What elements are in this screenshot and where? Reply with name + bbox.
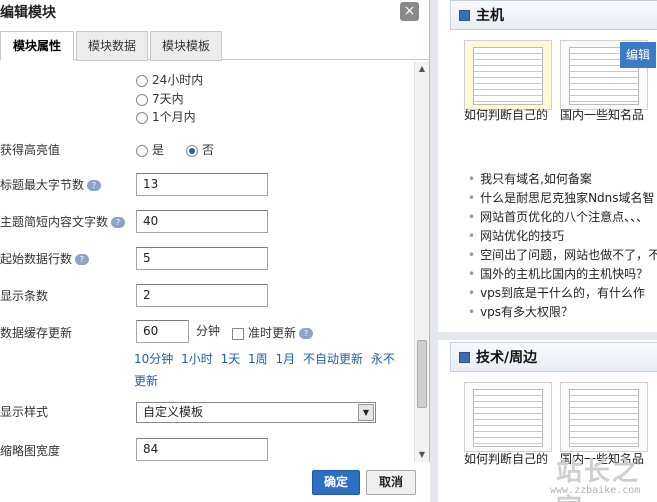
news-item[interactable]: 国外的主机比国内的主机快吗？ xyxy=(468,265,657,284)
article-thumbnail[interactable] xyxy=(560,382,648,452)
news-item[interactable]: 空间出了问题，网站也做不了，不 xyxy=(468,246,657,265)
news-item[interactable]: 什么是耐思尼克独家Ndns域名智 xyxy=(468,189,657,208)
news-item[interactable]: vps到底是干什么的，有什么作 xyxy=(468,284,657,303)
thumbnail-image xyxy=(473,389,543,447)
section-divider xyxy=(438,332,657,340)
cache-update-label: 数据缓存更新 xyxy=(0,326,73,340)
edit-module-dialog: 编辑模块 × 模块属性 模块数据 模块模板 24小时内 7天内 1个月内 获得高… xyxy=(0,0,430,502)
page-gutter xyxy=(430,0,438,502)
help-icon[interactable]: ? xyxy=(299,328,314,339)
cache-quick-options: 10分钟 1小时 1天 1周 1月 不自动更新 永不更新 xyxy=(134,348,404,392)
dialog-tabs: 模块属性 模块数据 模块模板 xyxy=(0,30,430,61)
close-icon[interactable]: × xyxy=(400,2,419,21)
section-square-icon xyxy=(459,10,470,21)
tab-module-template[interactable]: 模块模板 xyxy=(150,31,222,61)
radio-circle-checked[interactable] xyxy=(186,144,198,157)
title-max-bytes-label: 标题最大字节数? xyxy=(0,175,102,195)
news-list: 我只有域名,如何备案 什么是耐思尼克独家Ndns域名智 网站首页优化的八个注意点… xyxy=(468,170,657,322)
summary-length-label: 主题简短内容文字数? xyxy=(0,212,126,232)
news-item[interactable]: 网站首页优化的八个注意点、、、 xyxy=(468,208,657,227)
cache-update-input[interactable]: 60 xyxy=(136,320,189,343)
thumbnail-caption[interactable]: 国内一些知名品 xyxy=(560,106,652,123)
quick-option-1month[interactable]: 1月 xyxy=(276,352,296,366)
help-icon[interactable]: ? xyxy=(111,217,126,228)
quick-option-1hour[interactable]: 1小时 xyxy=(181,352,213,366)
display-style-select[interactable]: 自定义模板 ▼ xyxy=(136,402,376,423)
quick-option-10min[interactable]: 10分钟 xyxy=(134,352,173,366)
tech-section-header: 技术/周边 xyxy=(450,342,657,372)
scroll-thumb[interactable] xyxy=(417,340,427,408)
title-max-bytes-input[interactable]: 13 xyxy=(136,173,268,196)
scroll-down-icon[interactable]: ▼ xyxy=(417,450,427,460)
radio-1month[interactable]: 1个月内 xyxy=(136,107,196,127)
article-thumbnail[interactable] xyxy=(464,40,552,110)
section-square-icon xyxy=(459,352,470,363)
tab-module-data[interactable]: 模块数据 xyxy=(76,31,148,61)
cancel-button[interactable]: 取消 xyxy=(366,470,416,495)
form-scrollbar[interactable]: ▲ ▼ xyxy=(414,62,429,462)
site-watermark: 站长之家 www.zzbaike.com xyxy=(550,449,657,502)
timed-update-checkbox[interactable] xyxy=(232,327,244,340)
form-scroll-area: 24小时内 7天内 1个月内 获得高亮值 是 否 标题最大字节数? 13 主题简… xyxy=(0,62,416,462)
radio-yes[interactable]: 是 xyxy=(136,140,164,160)
help-icon[interactable]: ? xyxy=(87,180,102,191)
host-section: 主机 编辑 如何判断自己的 国内一些知名品 我只有域名,如何备案 什么是耐思尼克… xyxy=(450,0,657,330)
host-section-header: 主机 xyxy=(450,0,657,30)
article-thumbnail[interactable] xyxy=(464,382,552,452)
thumbnail-caption[interactable]: 如何判断自己的 xyxy=(464,106,556,123)
get-highest-label: 获得高亮值 xyxy=(0,143,61,157)
quick-option-1day[interactable]: 1天 xyxy=(221,352,241,366)
news-item[interactable]: vps有多大权限？ xyxy=(468,303,657,322)
scroll-up-icon[interactable]: ▲ xyxy=(417,64,427,74)
tab-module-properties[interactable]: 模块属性 xyxy=(0,31,74,61)
dialog-footer: 确定 取消 xyxy=(0,462,430,502)
start-row-input[interactable]: 5 xyxy=(136,247,268,270)
thumb-width-label: 缩略图宽度 xyxy=(0,444,61,458)
dialog-title: 编辑模块 xyxy=(0,5,56,21)
quick-option-1week[interactable]: 1周 xyxy=(248,352,268,366)
radio-24h[interactable]: 24小时内 xyxy=(136,70,203,90)
display-style-label: 显示样式 xyxy=(0,405,49,419)
show-count-input[interactable]: 2 xyxy=(136,284,268,307)
news-item[interactable]: 网站优化的技巧 xyxy=(468,227,657,246)
thumb-width-input[interactable]: 84 xyxy=(136,438,268,461)
chevron-down-icon[interactable]: ▼ xyxy=(358,404,374,421)
thumbnail-image xyxy=(569,389,639,447)
start-row-label: 起始数据行数? xyxy=(0,249,90,269)
summary-length-input[interactable]: 40 xyxy=(136,210,268,233)
news-item[interactable]: 我只有域名,如何备案 xyxy=(468,170,657,189)
thumbnail-caption[interactable]: 如何判断自己的 xyxy=(464,450,556,467)
watermark-url: www.zzbaike.com xyxy=(550,485,641,496)
radio-7days[interactable]: 7天内 xyxy=(136,89,184,109)
help-icon[interactable]: ? xyxy=(75,254,90,265)
cache-unit-label: 分钟 xyxy=(196,324,221,338)
thumbnail-image xyxy=(473,47,543,105)
radio-circle[interactable] xyxy=(136,74,148,87)
timed-update-toggle[interactable]: 准时更新? xyxy=(232,323,314,343)
get-highest-row: 获得高亮值 是 否 xyxy=(0,140,416,160)
radio-circle[interactable] xyxy=(136,144,148,157)
radio-circle[interactable] xyxy=(136,111,148,124)
radio-circle[interactable] xyxy=(136,93,148,106)
quick-option-no-auto[interactable]: 不自动更新 xyxy=(303,352,363,366)
confirm-button[interactable]: 确定 xyxy=(312,470,360,495)
radio-no[interactable]: 否 xyxy=(186,140,214,160)
show-count-label: 显示条数 xyxy=(0,289,49,303)
page-background: 主机 编辑 如何判断自己的 国内一些知名品 我只有域名,如何备案 什么是耐思尼克… xyxy=(438,0,657,502)
section-title: 主机 xyxy=(476,8,504,24)
section-title: 技术/周边 xyxy=(476,350,538,366)
edit-button[interactable]: 编辑 xyxy=(620,42,656,68)
